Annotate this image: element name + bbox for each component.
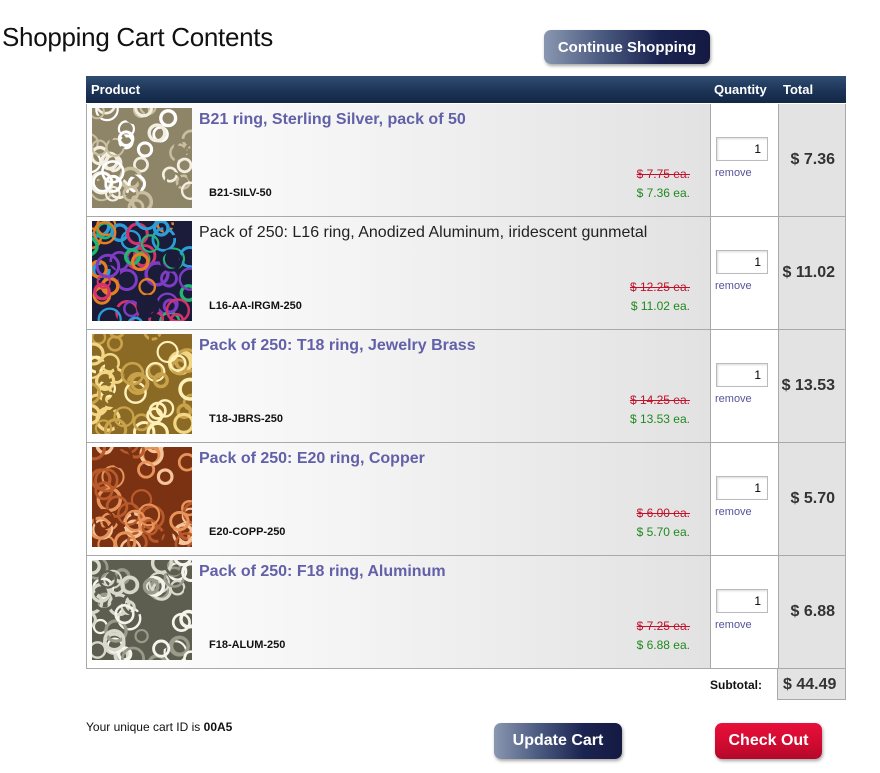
product-thumbnail[interactable] [92,560,192,660]
original-price: $ 6.00 ea. [636,506,690,520]
cart-row: B21 ring, Sterling Silver, pack of 50 B2… [86,104,846,217]
cart-id-text: Your unique cart ID is 00A5 [86,720,232,734]
product-thumbnail[interactable] [92,221,192,321]
quantity-input[interactable] [716,250,768,274]
sale-price: $ 11.02 ea. [630,299,690,313]
cart-row: Pack of 250: L16 ring, Anodized Aluminum… [86,217,846,330]
product-column-header: Product [91,82,141,97]
product-cell: Pack of 250: L16 ring, Anodized Aluminum… [87,217,711,329]
line-total-cell: $ 13.53 [779,330,845,442]
product-name-link[interactable]: Pack of 250: E20 ring, Copper [199,450,425,468]
product-sku: T18-JBRS-250 [209,413,283,425]
ring-pile-image [92,108,192,208]
product-name-link[interactable]: Pack of 250: L16 ring, Anodized Aluminum… [199,224,647,242]
sale-price: $ 6.88 ea. [636,638,690,652]
product-name-link[interactable]: Pack of 250: T18 ring, Jewelry Brass [199,337,476,355]
quantity-cell: remove [711,443,779,555]
ring-pile-image [92,447,192,547]
product-thumbnail[interactable] [92,108,192,208]
page-title: Shopping Cart Contents [2,22,273,52]
product-cell: B21 ring, Sterling Silver, pack of 50 B2… [87,104,711,216]
subtotal-label: Subtotal: [710,678,762,692]
cart-row: Pack of 250: F18 ring, Aluminum F18-ALUM… [86,556,846,669]
remove-link[interactable]: remove [715,393,752,405]
sale-price: $ 7.36 ea. [636,186,690,200]
ring-pile-image [92,221,192,321]
quantity-cell: remove [711,104,779,216]
cart-row: Pack of 250: T18 ring, Jewelry Brass T18… [86,330,846,443]
line-total: $ 6.88 [790,603,835,620]
product-name-link[interactable]: Pack of 250: F18 ring, Aluminum [199,563,446,581]
product-sku: L16-AA-IRGM-250 [209,300,302,312]
quantity-input[interactable] [716,137,768,161]
checkout-button[interactable]: Check Out [715,723,822,759]
original-price: $ 7.75 ea. [636,167,690,181]
ring-pile-image [92,560,192,660]
line-total-cell: $ 7.36 [779,104,845,216]
line-total: $ 11.02 [782,264,836,281]
product-thumbnail[interactable] [92,334,192,434]
remove-link[interactable]: remove [715,506,752,518]
original-price: $ 7.25 ea. [636,619,690,633]
remove-link[interactable]: remove [715,280,752,292]
line-total-cell: $ 6.88 [779,556,845,668]
product-cell: Pack of 250: T18 ring, Jewelry Brass T18… [87,330,711,442]
product-sku: F18-ALUM-250 [209,639,286,651]
cart-id-value: 00A5 [203,720,233,734]
quantity-input[interactable] [716,589,768,613]
ring-pile-image [92,334,192,434]
quantity-input[interactable] [716,363,768,387]
line-total-cell: $ 5.70 [779,443,845,555]
product-thumbnail[interactable] [92,447,192,547]
continue-shopping-button[interactable]: Continue Shopping [544,30,710,64]
subtotal-value: $ 44.49 [783,676,837,693]
product-sku: E20-COPP-250 [209,526,286,538]
sale-price: $ 13.53 ea. [629,412,690,426]
quantity-cell: remove [711,330,779,442]
sale-price: $ 5.70 ea. [636,525,690,539]
quantity-cell: remove [711,217,779,329]
product-cell: Pack of 250: E20 ring, Copper E20-COPP-2… [87,443,711,555]
cart-row: Pack of 250: E20 ring, Copper E20-COPP-2… [86,443,846,556]
line-total-cell: $ 11.02 [779,217,845,329]
original-price: $ 12.25 ea. [629,280,690,294]
quantity-input[interactable] [716,476,768,500]
total-column-header: Total [783,82,814,97]
line-total: $ 13.53 [781,377,835,394]
product-name-link[interactable]: B21 ring, Sterling Silver, pack of 50 [199,111,466,129]
subtotal-box: $ 44.49 [777,669,846,700]
line-total: $ 7.36 [790,151,835,168]
cart-id-prefix: Your unique cart ID is [86,720,201,734]
original-price: $ 14.25 ea. [629,393,690,407]
update-cart-button[interactable]: Update Cart [494,723,622,759]
remove-link[interactable]: remove [715,619,752,631]
product-cell: Pack of 250: F18 ring, Aluminum F18-ALUM… [87,556,711,668]
product-sku: B21-SILV-50 [209,187,272,199]
quantity-column-header: Quantity [714,82,767,97]
remove-link[interactable]: remove [715,167,752,179]
cart-table-header: Product Quantity Total [86,76,846,103]
quantity-cell: remove [711,556,779,668]
line-total: $ 5.70 [790,490,835,507]
